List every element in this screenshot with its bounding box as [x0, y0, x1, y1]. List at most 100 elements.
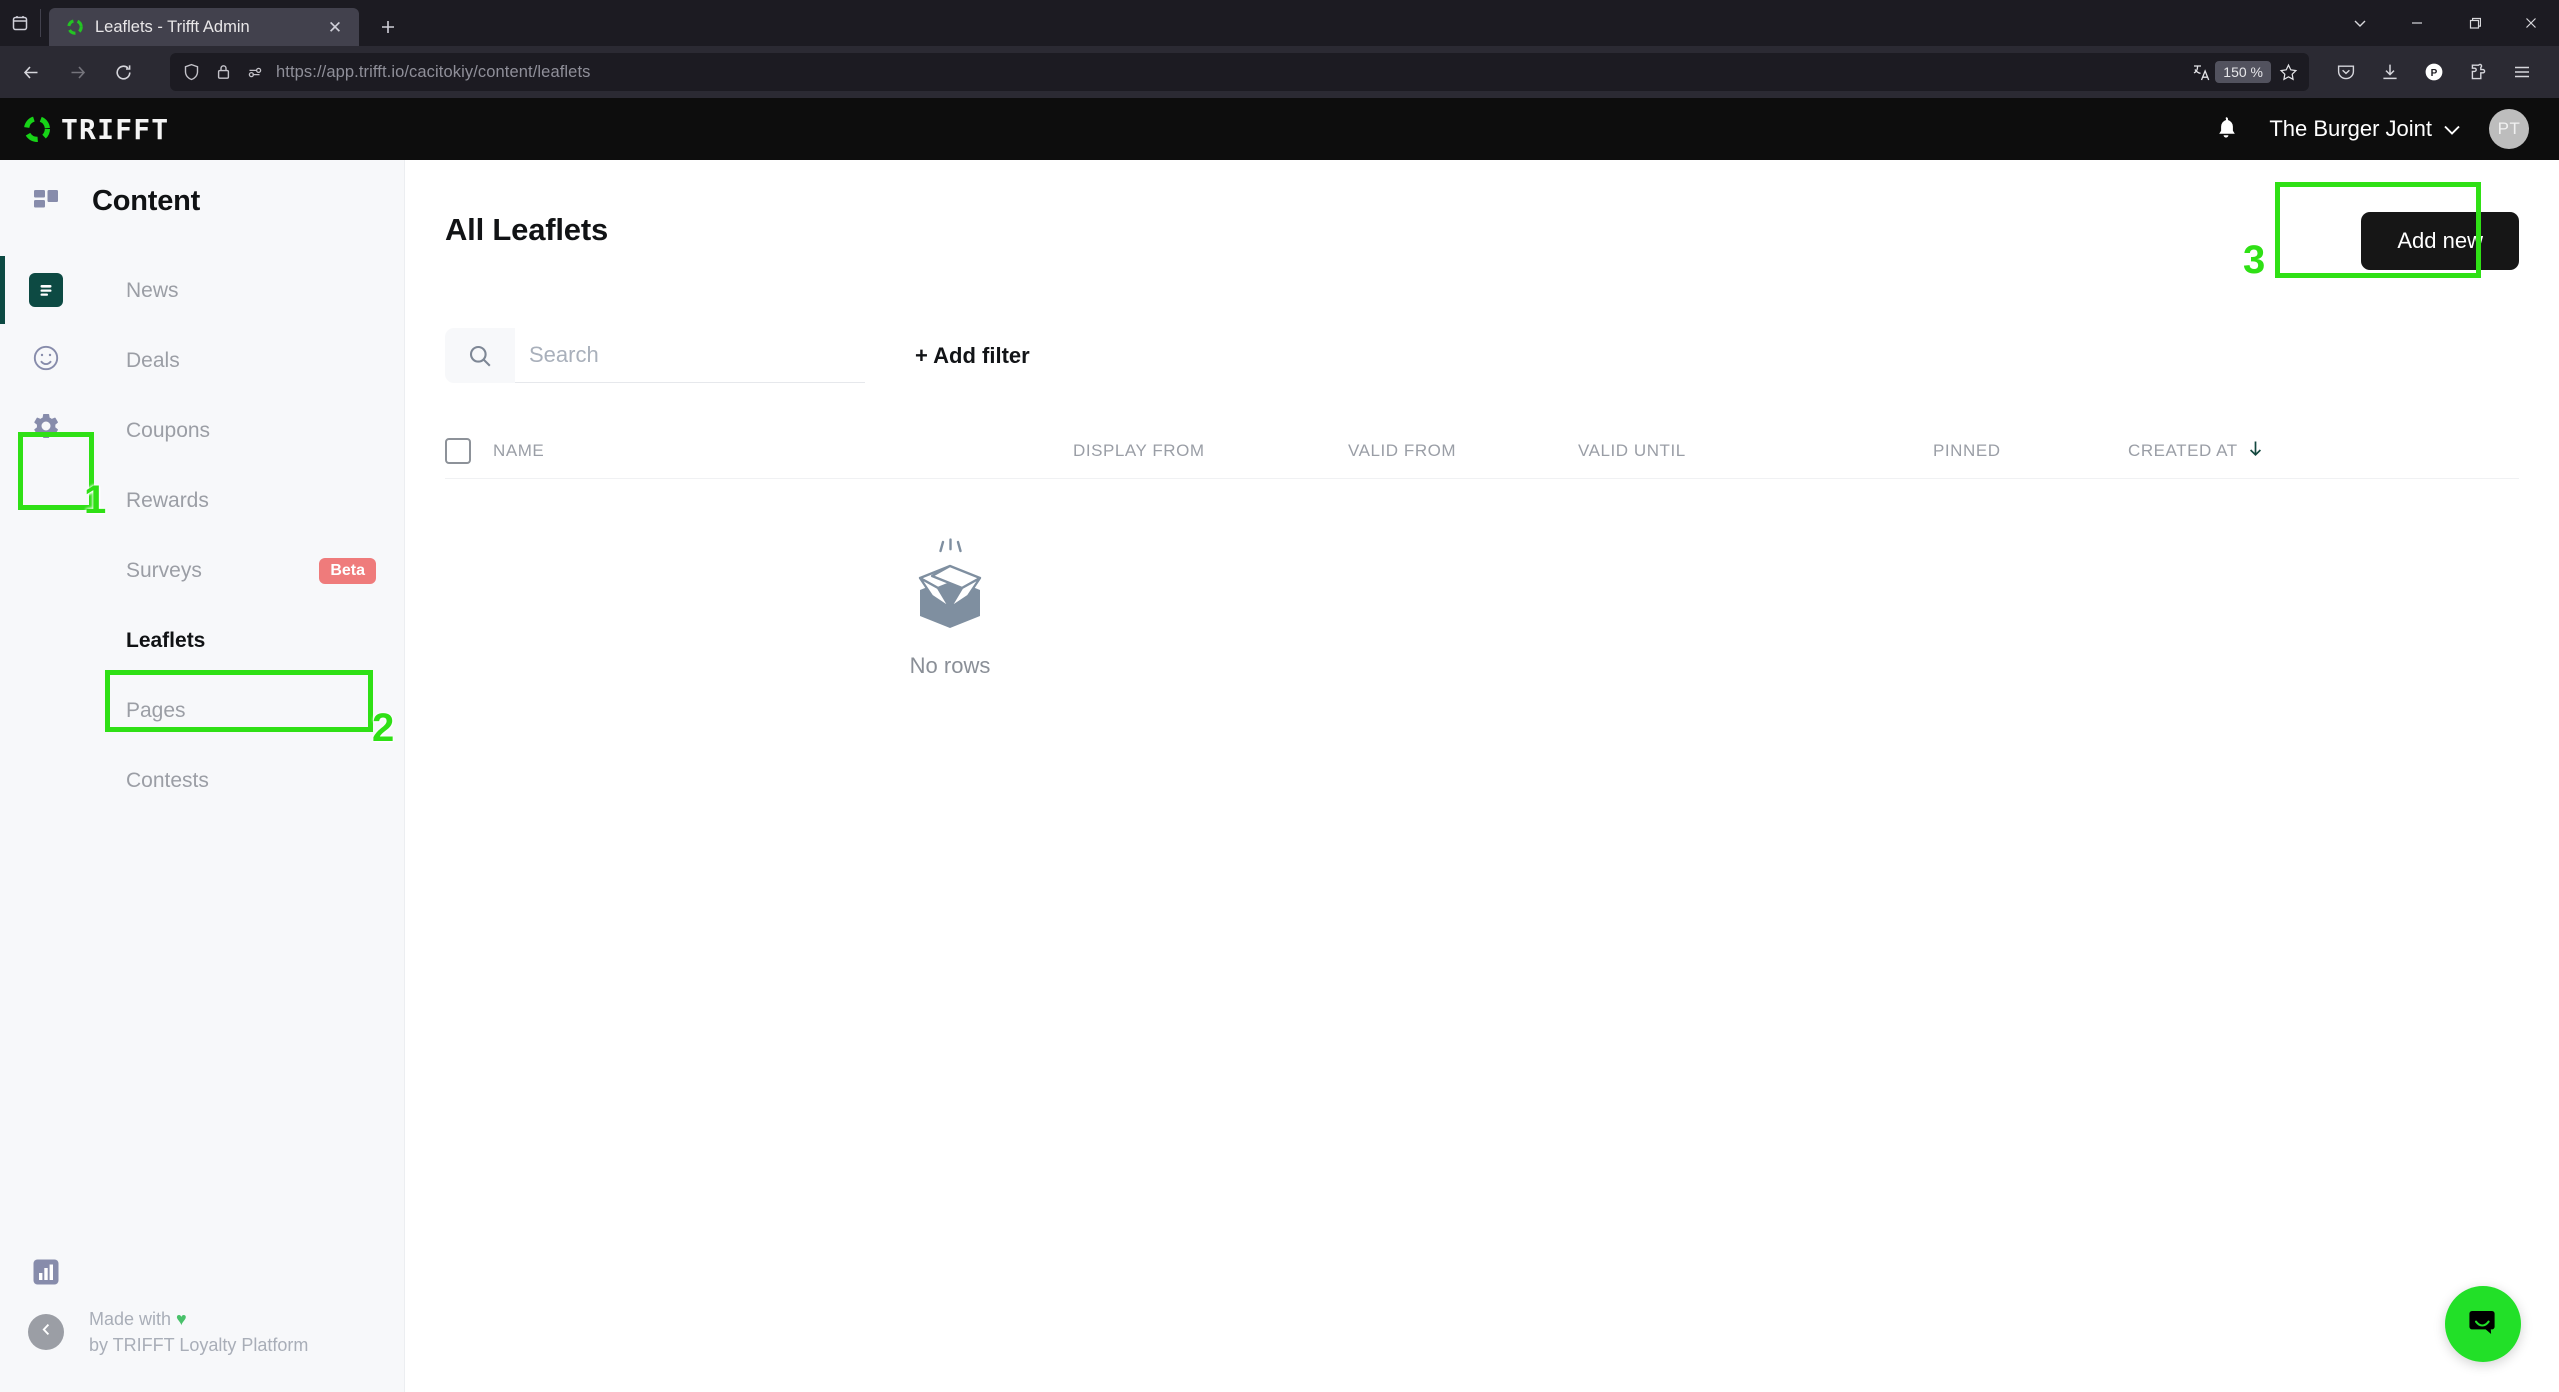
main-header: All Leaflets Add new [445, 160, 2519, 270]
app-header: TRIFFT The Burger Joint PT [0, 98, 2559, 160]
url-text[interactable]: https://app.trifft.io/cacitokiy/content/… [276, 63, 2181, 82]
column-header-pinned[interactable]: PINNED [1933, 441, 2128, 461]
credit-line-2: by TRIFFT Loyalty Platform [89, 1334, 309, 1355]
add-filter-button[interactable]: + Add filter [915, 343, 1030, 369]
extensions-icon[interactable] [2457, 51, 2499, 93]
sidebar-rail-settings-icon[interactable] [0, 392, 92, 460]
settings-gear-icon [29, 409, 63, 443]
maximize-icon[interactable] [2445, 0, 2502, 46]
reload-icon[interactable] [102, 51, 144, 93]
trifft-ring-icon [66, 18, 84, 36]
padlock-icon[interactable] [212, 61, 234, 83]
sidebar-item-contests[interactable]: Contests [92, 746, 404, 816]
sidebar-collapse-button[interactable] [28, 1313, 64, 1350]
app-header-right: The Burger Joint PT [2213, 109, 2529, 149]
sidebar: Content News Deals Coupons Rewards Surve… [0, 160, 405, 1392]
table-header-row: NAME DISPLAY FROM VALID FROM VALID UNTIL… [445, 423, 2519, 479]
browser-navbar: https://app.trifft.io/cacitokiy/content/… [0, 46, 2559, 98]
pocket-icon[interactable] [2325, 51, 2367, 93]
sidebar-item-label: Rewards [126, 489, 209, 512]
sidebar-body: News Deals Coupons Rewards Surveys Beta … [0, 242, 404, 1306]
trifft-ring-icon [22, 114, 52, 144]
svg-text:P: P [2431, 68, 2438, 79]
list-all-tabs-icon[interactable] [0, 0, 40, 46]
forward-arrow-icon[interactable] [56, 51, 98, 93]
annotation-label-2: 2 [372, 706, 395, 750]
window-controls [2331, 0, 2559, 46]
avatar[interactable]: PT [2489, 109, 2529, 149]
page-title: All Leaflets [445, 212, 608, 247]
intercom-launcher[interactable] [2445, 1286, 2521, 1362]
close-icon[interactable] [2502, 0, 2559, 46]
sidebar-item-label: Deals [126, 349, 180, 372]
sidebar-item-deals[interactable]: Deals [92, 326, 404, 396]
download-icon[interactable] [2369, 51, 2411, 93]
column-header-name[interactable]: NAME [493, 441, 1073, 461]
sidebar-item-label: Pages [126, 699, 186, 722]
sidebar-rail-content-icon[interactable] [0, 256, 92, 324]
sidebar-item-coupons[interactable]: Coupons [92, 396, 404, 466]
browser-tab[interactable]: Leaflets - Trifft Admin ✕ [49, 8, 359, 46]
url-full: https://app.trifft.io/cacitokiy/content/… [276, 62, 591, 81]
search-box[interactable] [445, 328, 865, 383]
sidebar-item-leaflets[interactable]: Leaflets [92, 606, 404, 676]
heart-icon: ♥ [176, 1308, 187, 1329]
bell-icon[interactable] [2213, 114, 2241, 144]
url-bar[interactable]: https://app.trifft.io/cacitokiy/content/… [170, 53, 2309, 91]
analytics-bar-chart-icon [29, 1255, 63, 1289]
star-icon[interactable] [2277, 61, 2299, 83]
dashboard-icon[interactable] [0, 186, 92, 216]
column-header-display-from[interactable]: DISPLAY FROM [1073, 441, 1348, 461]
zoom-level-badge[interactable]: 150 % [2215, 61, 2271, 83]
sidebar-item-rewards[interactable]: Rewards [92, 466, 404, 536]
sidebar-item-label: Coupons [126, 419, 211, 442]
sidebar-item-news[interactable]: News [92, 256, 404, 326]
column-header-created-at[interactable]: CREATED AT [2128, 439, 2328, 463]
minimize-icon[interactable] [2388, 0, 2445, 46]
app-body: Content News Deals Coupons Rewards Surve… [0, 160, 2559, 1392]
column-header-valid-until[interactable]: VALID UNTIL [1578, 441, 1933, 461]
table-empty-state: No rows [445, 479, 1455, 679]
profile-icon[interactable]: P [2413, 51, 2455, 93]
browser-tabstrip: Leaflets - Trifft Admin ✕ [0, 0, 2559, 46]
sidebar-item-pages[interactable]: Pages [92, 676, 404, 746]
chevron-down-icon [2443, 116, 2461, 142]
empty-state-label: No rows [909, 653, 991, 678]
new-tab-button[interactable] [369, 8, 407, 46]
trifft-logo[interactable]: TRIFFT [22, 113, 169, 146]
sidebar-nav-list: News Deals Coupons Rewards Surveys Beta … [92, 242, 404, 1306]
page-permissions-icon[interactable] [244, 61, 266, 83]
shield-icon[interactable] [180, 61, 202, 83]
close-icon[interactable]: ✕ [325, 19, 345, 36]
search-icon [445, 328, 515, 383]
sidebar-title: Content [92, 184, 201, 217]
search-input[interactable] [515, 328, 865, 383]
sidebar-item-label: News [126, 279, 179, 302]
trifft-admin-app: TRIFFT The Burger Joint PT Content News … [0, 98, 2559, 1392]
sidebar-item-surveys[interactable]: Surveys Beta [92, 536, 404, 606]
select-all-checkbox[interactable] [445, 437, 471, 464]
sidebar-footer: Made with ♥ by TRIFFT Loyalty Platform [0, 1306, 404, 1392]
back-arrow-icon[interactable] [10, 51, 52, 93]
sidebar-rail-engagement-icon[interactable] [0, 324, 92, 392]
tenant-switcher[interactable]: The Burger Joint [2269, 116, 2461, 142]
browser-window: Leaflets - Trifft Admin ✕ https://app.tr… [0, 0, 2559, 1392]
empty-box-icon [896, 534, 1004, 639]
sidebar-rail [0, 242, 92, 1306]
browser-tab-title: Leaflets - Trifft Admin [95, 17, 250, 36]
sidebar-item-label: Surveys [126, 559, 202, 582]
translate-icon[interactable] [2191, 61, 2213, 83]
content-icon [29, 273, 63, 307]
browser-toolbar-right: P [2325, 51, 2549, 93]
arrow-down-icon [2247, 439, 2264, 463]
chevron-down-icon[interactable] [2331, 0, 2388, 46]
engagement-smiley-icon [29, 341, 63, 375]
chevron-left-icon [39, 1322, 54, 1342]
hamburger-menu-icon[interactable] [2501, 51, 2543, 93]
main-content: All Leaflets Add new + Add fi [405, 160, 2559, 1392]
column-header-valid-from[interactable]: VALID FROM [1348, 441, 1578, 461]
chat-bubble-icon [2464, 1303, 2502, 1346]
sidebar-rail-analytics-icon[interactable] [0, 1238, 92, 1306]
sidebar-header: Content [0, 160, 404, 242]
add-new-button[interactable]: Add new [2361, 212, 2519, 270]
